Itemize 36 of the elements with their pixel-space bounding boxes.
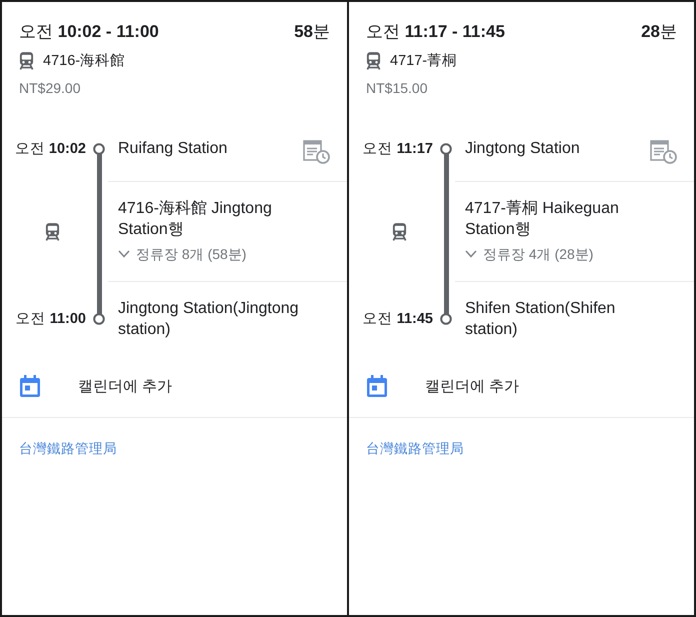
agency-link[interactable]: 台灣鐵路管理局 (19, 441, 117, 456)
stop-marker-icon (93, 143, 105, 155)
calendar-icon (20, 375, 40, 397)
station-name: Jingtong Station(Jingtong station) (118, 300, 299, 338)
stop-time: 오전 11:17 (362, 140, 434, 159)
train-icon (392, 223, 407, 241)
calendar-icon (367, 375, 387, 397)
stop-marker-icon (440, 143, 452, 155)
stops-toggle[interactable]: 정류장 4개 (28분) (465, 245, 594, 263)
train-line-name: 4717-菁桐 (390, 52, 458, 71)
train-line-name: 4716-海科館 (43, 52, 126, 71)
train-icon (45, 223, 60, 241)
schedule-icon[interactable] (303, 140, 330, 164)
station-name: Jingtong Station (465, 139, 580, 159)
stop-marker-icon (93, 313, 105, 325)
train-icon (366, 52, 381, 70)
stop-time: 오전 11:00 (14, 310, 87, 329)
stop-marker-icon (440, 313, 452, 325)
stops-toggle[interactable]: 정류장 8개 (58분) (118, 245, 246, 263)
trip-duration: 58분 (294, 21, 330, 43)
station-name: Shifen Station(Shifen station) (465, 300, 616, 338)
trip-time-range: 오전 11:17 - 11:45 (366, 21, 505, 43)
trip-time-range: 오전 10:02 - 11:00 (19, 21, 159, 43)
stop-time: 오전 10:02 (14, 140, 87, 159)
train-icon (19, 52, 34, 70)
train-direction-text: 4717-菁桐 Haikeguan Station행 (465, 198, 620, 240)
add-to-calendar-button[interactable]: 캘린더에 추가 (349, 356, 694, 417)
trip-duration: 28분 (641, 21, 677, 43)
fare-text: NT$15.00 (366, 79, 428, 97)
stop-time: 오전 11:45 (362, 310, 434, 329)
agency-link[interactable]: 台灣鐵路管理局 (366, 441, 464, 456)
schedule-icon[interactable] (650, 140, 677, 164)
add-to-calendar-button[interactable]: 캘린더에 추가 (2, 356, 347, 417)
fare-text: NT$29.00 (19, 79, 82, 97)
station-name: Ruifang Station (118, 139, 228, 159)
train-direction-text: 4716-海科館 Jingtong Station행 (118, 199, 273, 240)
